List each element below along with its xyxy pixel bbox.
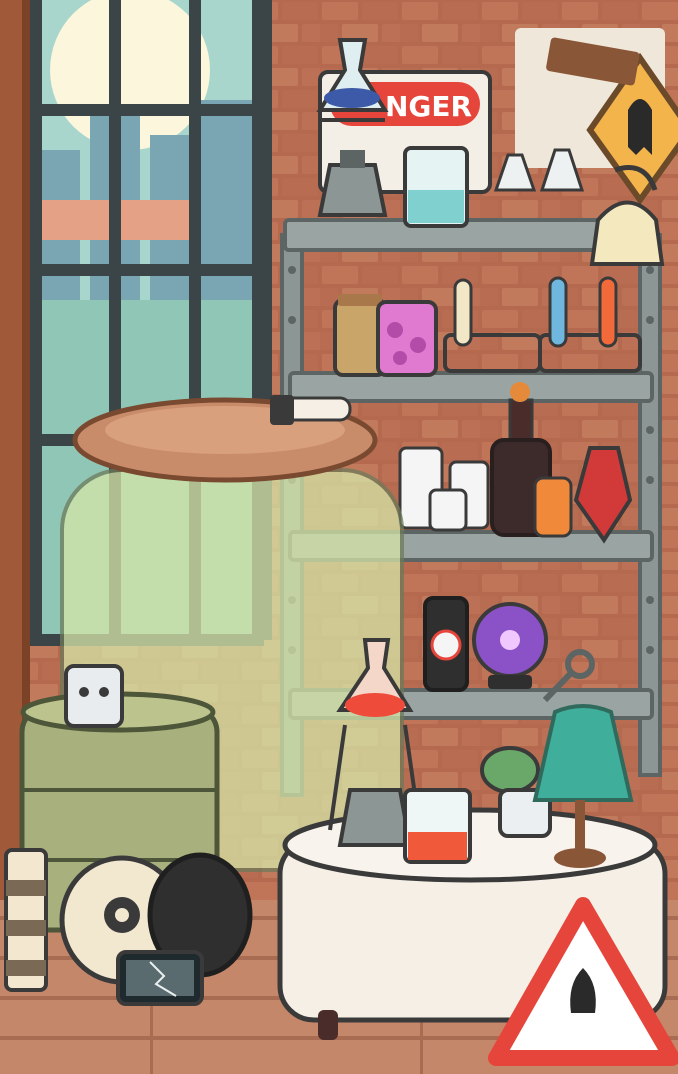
ghost-icon bbox=[430, 629, 462, 661]
jar-pink-orbs[interactable] bbox=[376, 300, 438, 377]
lab-room: NGER bbox=[0, 0, 678, 1074]
tin-can-face[interactable] bbox=[64, 664, 124, 728]
ghost-icon bbox=[628, 99, 652, 155]
beaker-top[interactable] bbox=[403, 146, 469, 228]
ghost-spray-can[interactable] bbox=[423, 596, 469, 692]
striped-pole[interactable] bbox=[4, 848, 48, 992]
danger-sign-text: NGER bbox=[385, 90, 472, 123]
game-scene: NGER bbox=[0, 0, 678, 1074]
flashlight[interactable] bbox=[270, 395, 352, 425]
potion-bottle-orange[interactable] bbox=[533, 476, 573, 538]
beaker-table[interactable] bbox=[403, 788, 472, 864]
broken-phone[interactable] bbox=[116, 950, 204, 1006]
